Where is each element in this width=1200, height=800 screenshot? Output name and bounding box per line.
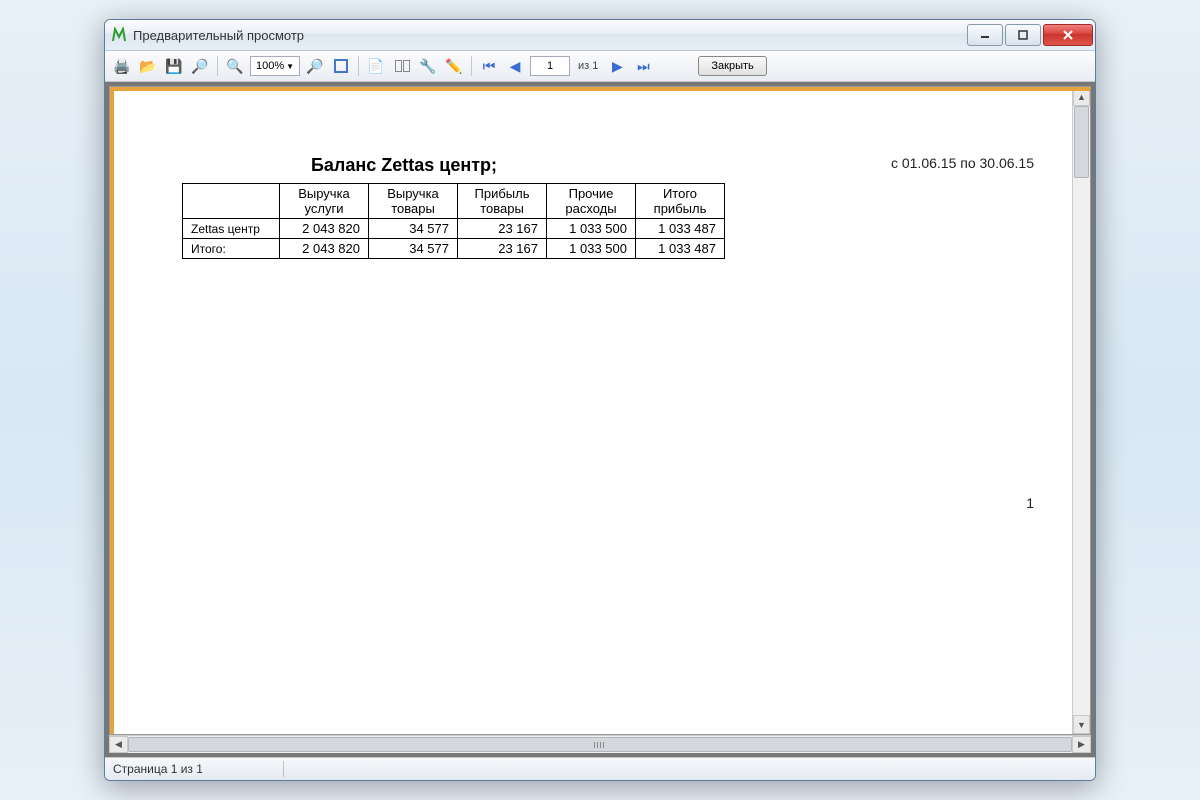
scroll-thumb[interactable] xyxy=(1074,106,1089,178)
titlebar: Предварительный просмотр xyxy=(105,20,1095,51)
open-icon: 📂 xyxy=(139,58,156,75)
open-button[interactable]: 📂 xyxy=(137,55,159,77)
table-header: Прочиерасходы xyxy=(547,184,636,219)
fullscreen-button[interactable] xyxy=(330,55,352,77)
prev-page-icon: ◀ xyxy=(510,58,521,75)
table-cell: 2 043 820 xyxy=(280,219,369,239)
find-button[interactable]: 🔎 xyxy=(189,55,211,77)
next-page-icon: ▶ xyxy=(612,58,623,75)
table-cell: 23 167 xyxy=(458,239,547,259)
table-cell: 23 167 xyxy=(458,219,547,239)
table-row: Итого: 2 043 820 34 577 23 167 1 033 500… xyxy=(183,239,725,259)
scroll-thumb[interactable] xyxy=(128,737,1072,752)
preview-window: Предварительный просмотр 🖨️ 📂 💾 🔎 🔍 100%… xyxy=(104,19,1096,781)
horizontal-scrollbar[interactable]: ◀ ▶ xyxy=(109,735,1091,753)
table-header-row: Выручкауслуги Выручкатовары Прибыльтовар… xyxy=(183,184,725,219)
thumbnails-icon xyxy=(395,60,410,72)
save-button[interactable]: 💾 xyxy=(163,55,185,77)
scroll-left-button[interactable]: ◀ xyxy=(109,736,128,753)
outline-icon: 📄 xyxy=(367,58,384,75)
separator xyxy=(471,56,472,76)
table-cell: 1 033 487 xyxy=(636,239,725,259)
separator xyxy=(217,56,218,76)
zoom-value: 100% xyxy=(256,60,284,72)
status-separator xyxy=(283,761,284,777)
zoom-in-icon: 🔍 xyxy=(226,58,243,75)
first-page-icon: ⏮ xyxy=(483,58,496,75)
vertical-scrollbar[interactable]: ▲ ▼ xyxy=(1072,87,1090,734)
outline-button[interactable]: 📄 xyxy=(365,55,387,77)
close-window-button[interactable] xyxy=(1043,24,1093,46)
settings-icon: 🔧 xyxy=(419,58,436,75)
table-header xyxy=(183,184,280,219)
app-icon xyxy=(111,27,127,43)
report-table: Выручкауслуги Выручкатовары Прибыльтовар… xyxy=(182,183,725,259)
first-page-button[interactable]: ⏮ xyxy=(478,55,500,77)
report-date-range: с 01.06.15 по 30.06.15 xyxy=(891,155,1034,171)
row-label: Итого: xyxy=(183,239,280,259)
last-page-button[interactable]: ⏭ xyxy=(632,55,654,77)
table-cell: 2 043 820 xyxy=(280,239,369,259)
print-icon: 🖨️ xyxy=(113,58,130,75)
dropdown-arrow-icon: ▼ xyxy=(286,62,294,71)
page-number-input[interactable] xyxy=(530,56,570,76)
zoom-combo[interactable]: 100%▼ xyxy=(250,56,300,76)
table-header: Прибыльтовары xyxy=(458,184,547,219)
thumbnails-button[interactable] xyxy=(391,55,413,77)
fullscreen-icon xyxy=(334,59,348,73)
close-preview-button[interactable]: Закрыть xyxy=(698,56,766,76)
print-button[interactable]: 🖨️ xyxy=(111,55,133,77)
content-wrap: Баланс Zettas центр; с 01.06.15 по 30.06… xyxy=(105,82,1095,757)
separator xyxy=(358,56,359,76)
window-title: Предварительный просмотр xyxy=(133,28,967,43)
status-page-info: Страница 1 из 1 xyxy=(113,762,203,776)
find-icon: 🔎 xyxy=(191,58,208,75)
table-cell: 1 033 500 xyxy=(547,239,636,259)
page-settings-button[interactable]: 🔧 xyxy=(417,55,439,77)
scroll-track[interactable] xyxy=(128,736,1072,753)
table-cell: 1 033 500 xyxy=(547,219,636,239)
edit-button[interactable]: ✏️ xyxy=(443,55,465,77)
page-total-label: из 1 xyxy=(574,60,602,72)
last-page-icon: ⏭ xyxy=(637,58,650,75)
report-title: Баланс Zettas центр; xyxy=(124,155,684,176)
maximize-button[interactable] xyxy=(1005,24,1041,46)
row-label: Zettas центр xyxy=(183,219,280,239)
zoom-out-button[interactable]: 🔎 xyxy=(304,55,326,77)
scroll-right-button[interactable]: ▶ xyxy=(1072,736,1091,753)
edit-icon: ✏️ xyxy=(445,58,462,75)
table-row: Zettas центр 2 043 820 34 577 23 167 1 0… xyxy=(183,219,725,239)
table-header: Выручкауслуги xyxy=(280,184,369,219)
page-number: 1 xyxy=(1026,495,1034,511)
zoom-in-button[interactable]: 🔍 xyxy=(224,55,246,77)
table-cell: 34 577 xyxy=(369,219,458,239)
scroll-down-button[interactable]: ▼ xyxy=(1073,715,1090,734)
window-controls xyxy=(967,24,1093,46)
table-cell: 1 033 487 xyxy=(636,219,725,239)
next-page-button[interactable]: ▶ xyxy=(606,55,628,77)
minimize-button[interactable] xyxy=(967,24,1003,46)
report-page: Баланс Zettas центр; с 01.06.15 по 30.06… xyxy=(124,95,1054,725)
save-icon: 💾 xyxy=(165,58,182,75)
scroll-track[interactable] xyxy=(1073,106,1090,715)
grip-icon xyxy=(594,742,606,748)
statusbar: Страница 1 из 1 xyxy=(105,757,1095,780)
zoom-out-icon: 🔎 xyxy=(306,58,323,75)
document-viewport: Баланс Zettas центр; с 01.06.15 по 30.06… xyxy=(109,86,1091,735)
toolbar: 🖨️ 📂 💾 🔎 🔍 100%▼ 🔎 📄 🔧 ✏️ ⏮ ◀ из 1 ▶ ⏭ З… xyxy=(105,51,1095,82)
table-cell: 34 577 xyxy=(369,239,458,259)
prev-page-button[interactable]: ◀ xyxy=(504,55,526,77)
table-header: Итогоприбыль xyxy=(636,184,725,219)
table-header: Выручкатовары xyxy=(369,184,458,219)
